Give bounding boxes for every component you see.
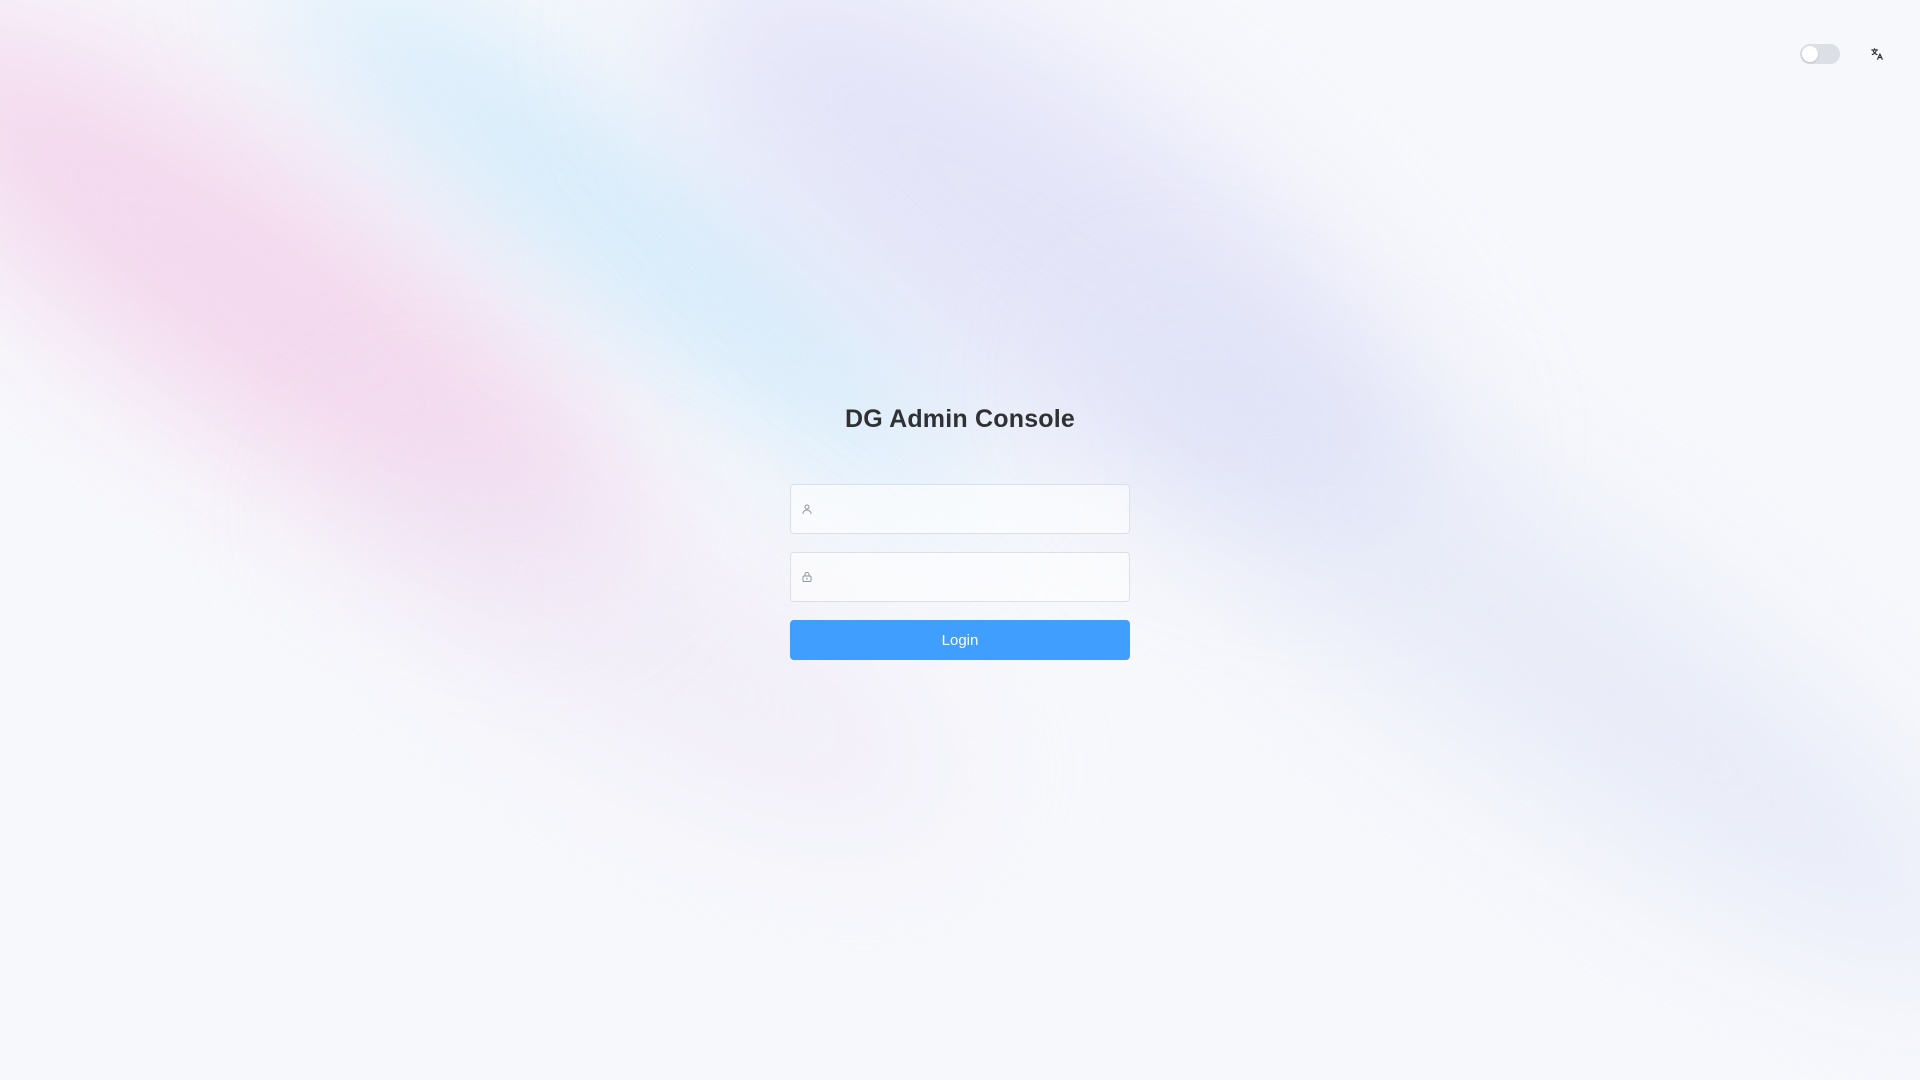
- login-form: DG Admin Console Login: [790, 405, 1130, 660]
- user-icon: [800, 502, 814, 516]
- username-field[interactable]: [790, 484, 1130, 534]
- login-button[interactable]: Login: [790, 620, 1130, 660]
- toggle-knob: [1802, 46, 1818, 62]
- page-title: DG Admin Console: [844, 405, 1076, 433]
- password-input[interactable]: [814, 553, 1129, 601]
- password-field[interactable]: [790, 552, 1130, 602]
- language-button[interactable]: [1868, 45, 1886, 63]
- top-toolbar: [1800, 44, 1886, 64]
- theme-toggle[interactable]: [1800, 44, 1840, 64]
- background-blob-lavender: [1024, 228, 1920, 1072]
- username-input[interactable]: [814, 485, 1129, 533]
- translate-icon: [1871, 48, 1883, 60]
- lock-icon: [800, 570, 814, 584]
